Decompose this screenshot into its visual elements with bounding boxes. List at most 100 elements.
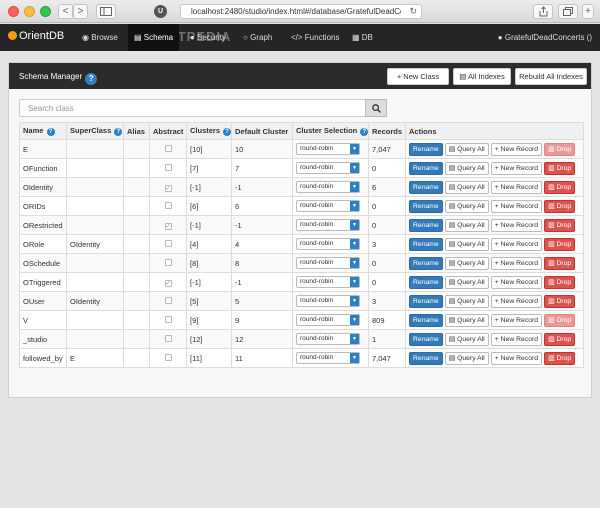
new-record-button[interactable]: + New Record (490, 237, 543, 251)
abstract-checkbox[interactable] (164, 353, 172, 361)
cluster-selection-select[interactable]: round-robin ▼ (296, 257, 360, 269)
drop-button[interactable]: ▥ Drop (544, 256, 576, 270)
query-all-button[interactable]: ▤ Query All (444, 256, 489, 270)
rename-button[interactable]: Rename (409, 237, 443, 251)
drop-button[interactable]: ▥ Drop (544, 237, 576, 251)
cluster-selection-select[interactable]: round-robin ▼ (296, 276, 360, 288)
abstract-checkbox[interactable] (164, 201, 172, 209)
class-name[interactable]: OUser (19, 291, 67, 311)
extension-icon[interactable]: U (154, 5, 167, 18)
rebuild-all-indexes-button[interactable]: Rebuild All Indexes (515, 68, 587, 85)
class-name[interactable]: _studio (19, 329, 67, 349)
close-window-button[interactable] (8, 6, 19, 17)
share-button[interactable] (533, 4, 553, 19)
drop-button[interactable]: ▥ Drop (544, 218, 576, 232)
search-button[interactable] (365, 99, 387, 117)
search-class-input[interactable] (20, 100, 360, 116)
header-name[interactable]: Name ? (19, 122, 67, 140)
rename-button[interactable]: Rename (409, 275, 443, 289)
header-abstract[interactable]: Abstract (149, 122, 187, 140)
back-button[interactable]: < (58, 4, 73, 19)
drop-button[interactable]: ▥ Drop (544, 142, 576, 156)
cluster-selection-select[interactable]: round-robin ▼ (296, 200, 360, 212)
query-all-button[interactable]: ▤ Query All (444, 180, 489, 194)
cluster-selection-select[interactable]: round-robin ▼ (296, 352, 360, 364)
forward-button[interactable]: > (73, 4, 88, 19)
rename-button[interactable]: Rename (409, 313, 443, 327)
orientdb-logo[interactable]: OrientDB (8, 30, 64, 42)
new-record-button[interactable]: + New Record (490, 199, 543, 213)
cluster-selection-select[interactable]: round-robin ▼ (296, 314, 360, 326)
minimize-window-button[interactable] (24, 6, 35, 17)
reload-icon[interactable]: ↻ (409, 6, 417, 17)
abstract-checkbox[interactable]: ✓ (164, 222, 172, 230)
new-record-button[interactable]: + New Record (490, 332, 543, 346)
sidebar-toggle-button[interactable] (96, 4, 116, 19)
nav-db[interactable]: ▦ DB (352, 33, 373, 42)
drop-button[interactable]: ▥ Drop (544, 351, 576, 365)
user-menu[interactable]: ● GratefulDeadConcerts () (498, 33, 592, 42)
abstract-checkbox[interactable] (164, 334, 172, 342)
new-record-button[interactable]: + New Record (490, 142, 543, 156)
cluster-selection-select[interactable]: round-robin ▼ (296, 295, 360, 307)
query-all-button[interactable]: ▤ Query All (444, 199, 489, 213)
query-all-button[interactable]: ▤ Query All (444, 332, 489, 346)
cluster-selection-select[interactable]: round-robin ▼ (296, 333, 360, 345)
header-superclass[interactable]: SuperClass ? (66, 122, 124, 140)
drop-button[interactable]: ▥ Drop (544, 275, 576, 289)
nav-schema[interactable]: ▤ Schema (128, 24, 180, 51)
query-all-button[interactable]: ▤ Query All (444, 351, 489, 365)
abstract-checkbox[interactable]: ✓ (164, 279, 172, 287)
new-record-button[interactable]: + New Record (490, 180, 543, 194)
nav-graph[interactable]: ○ Graph (243, 33, 272, 42)
zoom-window-button[interactable] (40, 6, 51, 17)
cluster-selection-select[interactable]: round-robin ▼ (296, 238, 360, 250)
class-name[interactable]: E (19, 139, 67, 159)
abstract-checkbox[interactable]: ✓ (164, 184, 172, 192)
new-record-button[interactable]: + New Record (490, 218, 543, 232)
nav-browse[interactable]: ◉ Browse (82, 33, 118, 42)
nav-functions[interactable]: </> Functions (291, 33, 339, 42)
nav-security[interactable]: ● Security (190, 33, 226, 42)
query-all-button[interactable]: ▤ Query All (444, 161, 489, 175)
abstract-checkbox[interactable] (164, 258, 172, 266)
new-record-button[interactable]: + New Record (490, 256, 543, 270)
class-name[interactable]: ORIDs (19, 196, 67, 216)
help-icon[interactable]: ? (114, 128, 123, 136)
class-name[interactable]: OSchedule (19, 253, 67, 273)
class-name[interactable]: ORole (19, 234, 67, 254)
header-clusters[interactable]: Clusters ? (186, 122, 232, 140)
rename-button[interactable]: Rename (409, 256, 443, 270)
query-all-button[interactable]: ▤ Query All (444, 218, 489, 232)
rename-button[interactable]: Rename (409, 161, 443, 175)
cluster-selection-select[interactable]: round-robin ▼ (296, 143, 360, 155)
class-name[interactable]: OIdentity (19, 177, 67, 197)
cluster-selection-select[interactable]: round-robin ▼ (296, 162, 360, 174)
class-name[interactable]: ORestricted (19, 215, 67, 235)
new-record-button[interactable]: + New Record (490, 313, 543, 327)
drop-button[interactable]: ▥ Drop (544, 313, 576, 327)
new-record-button[interactable]: + New Record (490, 351, 543, 365)
new-class-button[interactable]: + New Class (387, 68, 449, 85)
query-all-button[interactable]: ▤ Query All (444, 275, 489, 289)
rename-button[interactable]: Rename (409, 218, 443, 232)
header-alias[interactable]: Alias (123, 122, 150, 140)
rename-button[interactable]: Rename (409, 199, 443, 213)
help-icon[interactable]: ? (46, 128, 55, 136)
header-default-cluster[interactable]: Default Cluster (231, 122, 293, 140)
drop-button[interactable]: ▥ Drop (544, 294, 576, 308)
new-record-button[interactable]: + New Record (490, 294, 543, 308)
rename-button[interactable]: Rename (409, 332, 443, 346)
class-name[interactable]: OFunction (19, 158, 67, 178)
rename-button[interactable]: Rename (409, 294, 443, 308)
rename-button[interactable]: Rename (409, 180, 443, 194)
abstract-checkbox[interactable] (164, 163, 172, 171)
drop-button[interactable]: ▥ Drop (544, 161, 576, 175)
cluster-selection-select[interactable]: round-robin ▼ (296, 219, 360, 231)
new-record-button[interactable]: + New Record (490, 161, 543, 175)
query-all-button[interactable]: ▤ Query All (444, 313, 489, 327)
rename-button[interactable]: Rename (409, 351, 443, 365)
help-icon[interactable]: ? (360, 128, 368, 136)
abstract-checkbox[interactable] (164, 296, 172, 304)
class-name[interactable]: followed_by (19, 348, 67, 368)
